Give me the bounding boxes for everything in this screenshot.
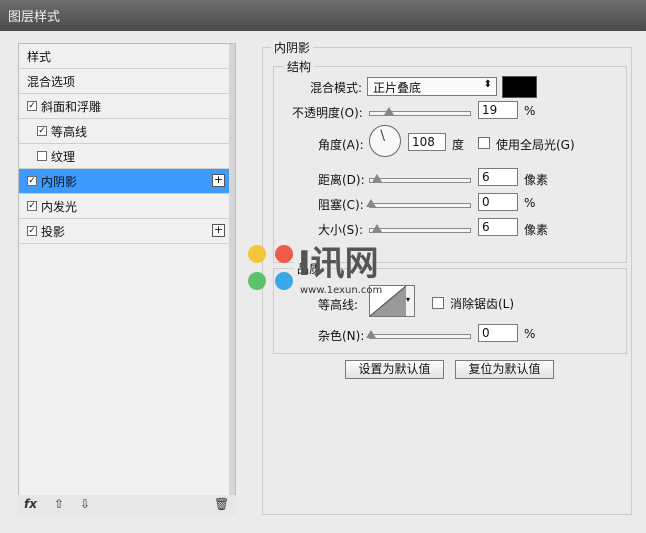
list-scrollbar[interactable] bbox=[229, 44, 235, 496]
opacity-unit: % bbox=[524, 104, 536, 118]
size-slider-thumb[interactable] bbox=[372, 224, 382, 232]
size-slider[interactable] bbox=[369, 224, 471, 233]
opacity-input[interactable]: 19 bbox=[478, 101, 518, 119]
choke-input[interactable]: 0 bbox=[478, 193, 518, 211]
distance-label: 距离(D): bbox=[318, 173, 365, 187]
fx-icon[interactable]: fx bbox=[24, 497, 37, 511]
watermark-url: www.1exun.com bbox=[300, 285, 383, 296]
bevel-emboss-checkbox[interactable]: ✓ bbox=[27, 101, 37, 111]
angle-label: 角度(A): bbox=[318, 138, 364, 152]
list-footer: fx ⇧ ⇩ 🗑 bbox=[18, 495, 236, 515]
style-item-label: 等高线 bbox=[51, 125, 88, 139]
move-down-icon[interactable]: ⇩ bbox=[80, 497, 90, 511]
angle-input[interactable]: 108 bbox=[408, 133, 446, 151]
style-item-label: 混合选项 bbox=[27, 75, 76, 89]
inner-shadow-title: 内阴影 bbox=[271, 39, 314, 56]
drop-shadow-checkbox[interactable]: ✓ bbox=[27, 226, 37, 236]
opacity-label: 不透明度(O): bbox=[292, 106, 363, 120]
distance-unit: 像素 bbox=[524, 173, 549, 187]
style-item-blending-options[interactable]: 混合选项 bbox=[19, 69, 229, 94]
distance-input[interactable]: 6 bbox=[478, 168, 518, 186]
move-up-icon[interactable]: ⇧ bbox=[54, 497, 64, 511]
style-item-texture[interactable]: 纹理 bbox=[19, 144, 229, 169]
window-title: 图层样式 bbox=[8, 10, 61, 25]
style-item-bevel-emboss[interactable]: ✓ 斜面和浮雕 bbox=[19, 94, 229, 119]
opacity-slider-thumb[interactable] bbox=[384, 107, 394, 115]
style-item-label: 纹理 bbox=[51, 150, 76, 164]
noise-label: 杂色(N): bbox=[318, 329, 365, 343]
style-item-inner-shadow[interactable]: ✓ 内阴影 + bbox=[19, 169, 229, 194]
choke-unit: % bbox=[524, 196, 536, 210]
noise-unit: % bbox=[524, 327, 536, 341]
add-drop-shadow-button[interactable]: + bbox=[212, 224, 225, 237]
style-item-label: 投影 bbox=[41, 225, 66, 239]
noise-slider[interactable] bbox=[366, 330, 471, 339]
angle-unit: 度 bbox=[452, 138, 465, 152]
contour-checkbox[interactable]: ✓ bbox=[37, 126, 47, 136]
angle-dial[interactable] bbox=[369, 125, 401, 157]
choke-label: 阻塞(C): bbox=[318, 198, 364, 212]
anti-alias-label: 消除锯齿(L) bbox=[450, 297, 515, 311]
layer-style-dialog: 图层样式 样式 混合选项 ✓ 斜面和浮雕 ✓ 等高线 纹理 ✓ 内阴影 + ✓ … bbox=[0, 0, 646, 533]
inner-shadow-checkbox[interactable]: ✓ bbox=[27, 176, 37, 186]
blend-mode-select[interactable]: 正片叠底 ⬍ bbox=[367, 77, 497, 96]
distance-slider[interactable] bbox=[369, 174, 471, 183]
anti-alias-checkbox[interactable] bbox=[432, 297, 444, 309]
global-light-label: 使用全局光(G) bbox=[496, 138, 575, 152]
angle-needle bbox=[380, 129, 385, 142]
inner-glow-checkbox[interactable]: ✓ bbox=[27, 201, 37, 211]
size-unit: 像素 bbox=[524, 223, 549, 237]
watermark-logo: I讯网 www.1exun.com bbox=[244, 241, 414, 301]
style-item-label: 斜面和浮雕 bbox=[41, 100, 102, 114]
blend-mode-value: 正片叠底 bbox=[373, 81, 422, 95]
structure-group: 结构 混合模式: 正片叠底 ⬍ 不透明度(O): 19 % 角度(A): 108 bbox=[273, 58, 627, 263]
dialog-body: 样式 混合选项 ✓ 斜面和浮雕 ✓ 等高线 纹理 ✓ 内阴影 + ✓ 内发光 ✓… bbox=[8, 31, 638, 529]
distance-slider-thumb[interactable] bbox=[372, 174, 382, 182]
blend-mode-label: 混合模式: bbox=[310, 81, 363, 95]
style-item-contour[interactable]: ✓ 等高线 bbox=[19, 119, 229, 144]
svg-text:I讯网: I讯网 bbox=[298, 244, 379, 284]
style-item-label: 样式 bbox=[27, 50, 52, 64]
reset-default-button[interactable]: 复位为默认值 bbox=[455, 360, 554, 379]
size-label: 大小(S): bbox=[318, 223, 364, 237]
global-light-checkbox[interactable] bbox=[478, 137, 490, 149]
noise-slider-thumb[interactable] bbox=[366, 330, 376, 338]
style-item-styles[interactable]: 样式 bbox=[19, 44, 229, 69]
noise-input[interactable]: 0 bbox=[478, 324, 518, 342]
style-list: 样式 混合选项 ✓ 斜面和浮雕 ✓ 等高线 纹理 ✓ 内阴影 + ✓ 内发光 ✓… bbox=[18, 43, 236, 497]
style-item-label: 内阴影 bbox=[41, 175, 78, 189]
opacity-slider[interactable] bbox=[369, 107, 471, 116]
title-bar: 图层样式 bbox=[0, 0, 646, 31]
style-item-drop-shadow[interactable]: ✓ 投影 + bbox=[19, 219, 229, 244]
trash-icon[interactable]: 🗑 bbox=[214, 497, 229, 511]
structure-title: 结构 bbox=[284, 58, 315, 75]
set-default-button[interactable]: 设置为默认值 bbox=[345, 360, 444, 379]
style-item-inner-glow[interactable]: ✓ 内发光 bbox=[19, 194, 229, 219]
style-item-label: 内发光 bbox=[41, 200, 78, 214]
choke-slider[interactable] bbox=[366, 199, 471, 208]
texture-checkbox[interactable] bbox=[37, 151, 47, 161]
select-arrows-icon: ⬍ bbox=[483, 79, 492, 90]
size-input[interactable]: 6 bbox=[478, 218, 518, 236]
shadow-color-swatch[interactable] bbox=[502, 76, 537, 98]
add-inner-shadow-button[interactable]: + bbox=[212, 174, 225, 187]
choke-slider-thumb[interactable] bbox=[366, 199, 376, 207]
